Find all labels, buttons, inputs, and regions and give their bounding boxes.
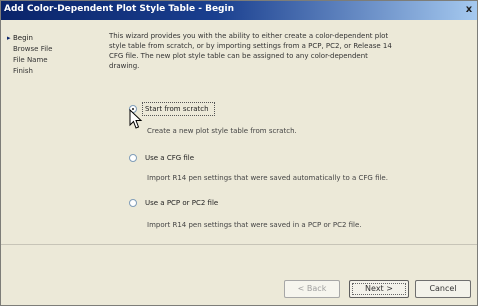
option-description-start-from-scratch: Create a new plot style table from scrat… [147, 127, 297, 135]
option-label-start-from-scratch[interactable]: Start from scratch [145, 105, 209, 113]
option-description-use-cfg-file: Import R14 pen settings that were saved … [147, 174, 388, 182]
close-icon[interactable]: x [463, 3, 475, 16]
option-label-use-cfg-file[interactable]: Use a CFG file [145, 154, 194, 162]
step-browse-file: Browse File [7, 44, 97, 55]
option-description-use-pcp-or-pc2-file: Import R14 pen settings that were saved … [147, 221, 362, 229]
intro-text: This wizard provides you with the abilit… [109, 32, 392, 70]
step-label: Browse File [13, 45, 53, 53]
step-begin: ▸ Begin [7, 33, 97, 44]
step-label: File Name [13, 56, 48, 64]
step-label: Begin [13, 34, 33, 42]
wizard-steps: ▸ Begin Browse File File Name Finish [7, 33, 97, 77]
step-file-name: File Name [7, 55, 97, 66]
mouse-pointer-icon [129, 109, 143, 129]
next-button[interactable]: Next > [349, 280, 409, 298]
button-divider [1, 244, 477, 245]
step-label: Finish [13, 67, 33, 75]
dialog-window: Add Color-Dependent Plot Style Table - B… [0, 0, 478, 306]
back-button[interactable]: < Back [284, 280, 340, 298]
wizard-content: This wizard provides you with the abilit… [109, 31, 394, 71]
window-title: Add Color-Dependent Plot Style Table - B… [4, 4, 234, 14]
radio-use-cfg-file[interactable] [129, 154, 137, 162]
step-finish: Finish [7, 66, 97, 77]
cancel-button[interactable]: Cancel [415, 280, 471, 298]
title-bar: Add Color-Dependent Plot Style Table - B… [1, 1, 477, 20]
option-label-use-pcp-or-pc2-file[interactable]: Use a PCP or PC2 file [145, 199, 218, 207]
radio-use-pcp-or-pc2-file[interactable] [129, 199, 137, 207]
